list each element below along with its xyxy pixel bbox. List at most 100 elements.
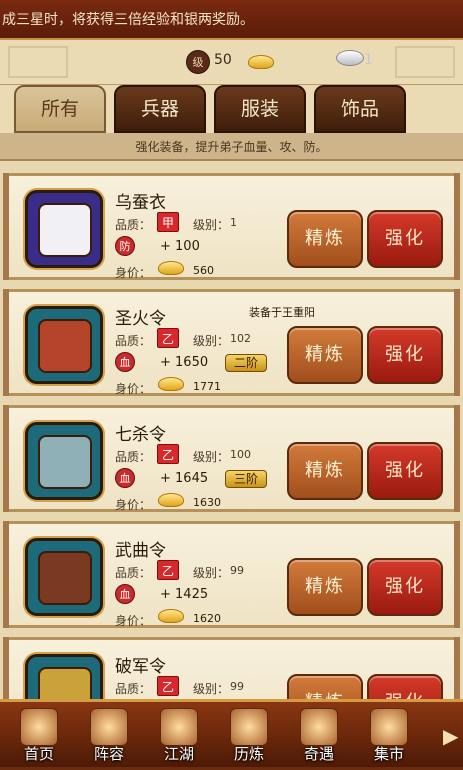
quality-badge: 乙 — [157, 328, 179, 348]
item-name: 破军令 — [115, 657, 166, 677]
item-price: 560 — [193, 264, 214, 277]
quality-label: 品质： — [115, 218, 152, 232]
adventure-icon — [300, 708, 338, 746]
item-portrait[interactable] — [25, 654, 103, 699]
refine-button[interactable]: 精炼 — [287, 558, 363, 616]
item-price: 1630 — [193, 496, 221, 509]
quality-label: 品质： — [115, 450, 152, 464]
jade-token-icon — [38, 435, 92, 489]
tab-all[interactable]: 所有 — [14, 85, 106, 133]
player-level: 50 — [214, 52, 232, 68]
nav-label: 阵容 — [93, 745, 124, 763]
hint-text: 强化装备，提升弟子血量、攻、防。 — [0, 133, 463, 161]
hp-icon: 血 — [115, 584, 135, 604]
announcement-banner: 成三星时，将获得三倍经验和银两奖励。 — [0, 0, 463, 40]
item-name: 武曲令 — [115, 541, 166, 561]
enhance-button[interactable]: 强化 — [367, 558, 443, 616]
training-icon — [230, 708, 268, 746]
gold-ingot-icon — [158, 377, 184, 391]
item-portrait[interactable] — [25, 538, 103, 616]
level-label: 级别： — [193, 682, 230, 696]
gold-ingot-icon — [158, 261, 184, 275]
refine-button[interactable]: 精炼 — [287, 326, 363, 384]
tab-clothing[interactable]: 服装 — [214, 85, 306, 133]
equipment-list[interactable]: 乌蚕衣 品质： 甲 级别： 1 防 + 100 身价： 560 精炼 强化 圣火… — [0, 161, 463, 699]
nav-team[interactable]: 阵容 — [76, 702, 142, 770]
level-label: 级别： — [193, 450, 230, 464]
enhance-button[interactable]: 强化 — [367, 442, 443, 500]
item-portrait[interactable] — [25, 306, 103, 384]
level-label: 级别： — [193, 218, 230, 232]
nav-label: 集市 — [373, 745, 404, 763]
item-stat: + 1645 — [160, 471, 209, 486]
nav-jianghu[interactable]: 江湖 — [146, 702, 212, 770]
item-stat: + 1425 — [160, 587, 209, 602]
silver-amount: 1 — [364, 52, 373, 68]
refine-button[interactable]: 精炼 — [287, 674, 363, 699]
item-name: 七杀令 — [115, 425, 166, 445]
quality-label: 品质： — [115, 566, 152, 580]
gold-ingot-icon — [248, 55, 274, 69]
item-name: 乌蚕衣 — [115, 193, 166, 213]
ornament-right — [395, 46, 455, 78]
item-stat: + 1650 — [160, 355, 209, 370]
fire-token-icon — [38, 319, 92, 373]
nav-label: 江湖 — [163, 745, 194, 763]
price-label: 身价： — [115, 614, 152, 628]
refine-button[interactable]: 精炼 — [287, 210, 363, 268]
nav-home[interactable]: 首页 — [6, 702, 72, 770]
announcement-text: 成三星时，将获得三倍经验和银两奖励。 — [2, 12, 254, 28]
quality-label: 品质： — [115, 334, 152, 348]
nav-adventure[interactable]: 奇遇 — [286, 702, 352, 770]
tab-accessories[interactable]: 饰品 — [314, 85, 406, 133]
ornament-left — [8, 46, 68, 78]
item-level: 99 — [230, 680, 244, 693]
item-stat: + 100 — [160, 239, 200, 254]
tab-weapons[interactable]: 兵器 — [114, 85, 206, 133]
level-label: 级别： — [193, 566, 230, 580]
list-item: 乌蚕衣 品质： 甲 级别： 1 防 + 100 身价： 560 精炼 强化 — [3, 173, 460, 280]
nav-market[interactable]: 集市 — [356, 702, 422, 770]
item-level: 1 — [230, 216, 237, 229]
list-item: 圣火令 装备于王重阳 品质： 乙 级别： 102 血 + 1650 二阶 身价：… — [3, 289, 460, 396]
item-portrait[interactable] — [25, 190, 103, 268]
nav-training[interactable]: 历炼 — [216, 702, 282, 770]
hp-icon: 血 — [115, 352, 135, 372]
item-name: 圣火令 — [115, 309, 166, 329]
jianghu-icon — [160, 708, 198, 746]
quality-badge: 甲 — [157, 212, 179, 232]
white-robe-icon — [38, 203, 92, 257]
quality-badge: 乙 — [157, 444, 179, 464]
list-item: 七杀令 品质： 乙 级别： 100 血 + 1645 三阶 身价： 1630 精… — [3, 405, 460, 512]
quality-badge: 乙 — [157, 560, 179, 580]
nav-label: 奇遇 — [303, 745, 334, 763]
category-tabs: 所有 兵器 服装 饰品 — [0, 85, 463, 133]
item-level: 99 — [230, 564, 244, 577]
stage-badge: 二阶 — [225, 354, 267, 372]
quality-label: 品质： — [115, 682, 152, 696]
item-level: 100 — [230, 448, 251, 461]
nav-label: 历炼 — [233, 745, 264, 763]
enhance-button[interactable]: 强化 — [367, 326, 443, 384]
home-icon — [20, 708, 58, 746]
nav-label: 首页 — [23, 745, 54, 763]
silver-ingot-icon — [336, 50, 364, 66]
price-label: 身价： — [115, 382, 152, 396]
item-portrait[interactable] — [25, 422, 103, 500]
enhance-button[interactable]: 强化 — [367, 210, 443, 268]
bottom-nav: 首页 阵容 江湖 历炼 奇遇 集市 ▶ — [0, 699, 463, 767]
item-price: 1771 — [193, 380, 221, 393]
equipped-note: 装备于王重阳 — [249, 306, 315, 319]
enhance-button[interactable]: 强化 — [367, 674, 443, 699]
item-price: 1620 — [193, 612, 221, 625]
quality-badge: 乙 — [157, 676, 179, 696]
refine-button[interactable]: 精炼 — [287, 442, 363, 500]
gold-token-icon — [38, 667, 92, 699]
chevron-right-icon[interactable]: ▶ — [443, 724, 461, 750]
team-icon — [90, 708, 128, 746]
price-label: 身价： — [115, 266, 152, 280]
wood-token-icon — [38, 551, 92, 605]
list-item: 破军令 品质： 乙 级别： 99 精炼 强化 — [3, 637, 460, 699]
item-level: 102 — [230, 332, 251, 345]
market-icon — [370, 708, 408, 746]
